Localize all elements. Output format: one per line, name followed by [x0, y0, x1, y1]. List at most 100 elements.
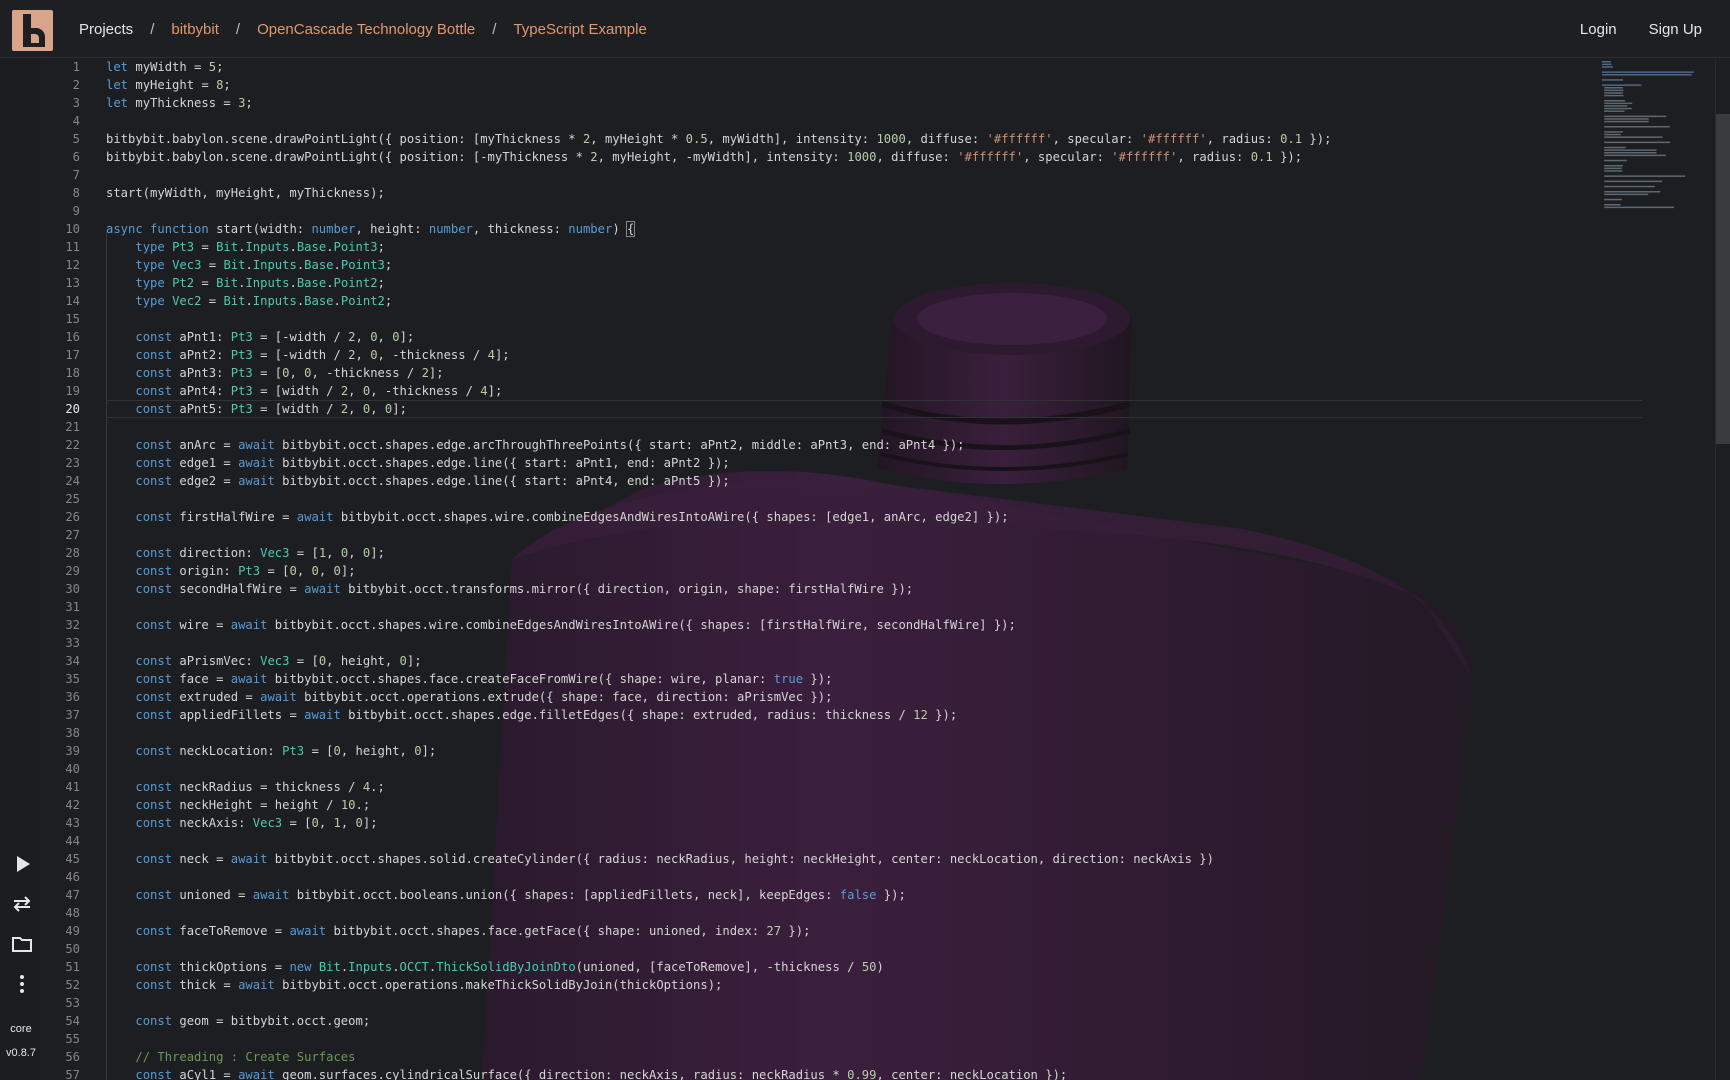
code-text[interactable]: const aPnt5: Pt3 = [width / 2, 0, 0];	[106, 400, 407, 418]
code-line[interactable]: 9	[42, 202, 1602, 220]
code-text[interactable]: type Vec3 = Bit.Inputs.Base.Point3;	[106, 256, 392, 274]
login-link[interactable]: Login	[1580, 21, 1617, 38]
breadcrumb-script[interactable]: TypeScript Example	[513, 21, 646, 38]
play-icon[interactable]	[10, 852, 34, 876]
code-line[interactable]: 25	[42, 490, 1602, 508]
code-line[interactable]: 32 const wire = await bitbybit.occt.shap…	[42, 616, 1602, 634]
minimap[interactable]	[1598, 59, 1713, 1080]
code-text[interactable]: const aPnt2: Pt3 = [-width / 2, 0, -thic…	[106, 346, 509, 364]
code-text[interactable]: let myWidth = 5;	[106, 59, 223, 76]
code-text[interactable]: const unioned = await bitbybit.occt.bool…	[106, 886, 905, 904]
code-line[interactable]: 36 const extruded = await bitbybit.occt.…	[42, 688, 1602, 706]
code-line[interactable]: 19 const aPnt4: Pt3 = [width / 2, 0, -th…	[42, 382, 1602, 400]
code-line[interactable]: 56 // Threading : Create Surfaces	[42, 1048, 1602, 1066]
code-text[interactable]: const thick = await bitbybit.occt.operat…	[106, 976, 722, 994]
code-line[interactable]: 26 const firstHalfWire = await bitbybit.…	[42, 508, 1602, 526]
code-text[interactable]: const neck = await bitbybit.occt.shapes.…	[106, 850, 1214, 868]
code-line[interactable]: 31	[42, 598, 1602, 616]
code-line[interactable]: 15	[42, 310, 1602, 328]
code-line[interactable]: 2 let myHeight = 8;	[42, 76, 1602, 94]
code-line[interactable]: 48	[42, 904, 1602, 922]
code-text[interactable]: bitbybit.babylon.scene.drawPointLight({ …	[106, 148, 1302, 166]
code-line[interactable]: 27	[42, 526, 1602, 544]
code-text[interactable]: const edge1 = await bitbybit.occt.shapes…	[106, 454, 729, 472]
code-line[interactable]: 17 const aPnt2: Pt3 = [-width / 2, 0, -t…	[42, 346, 1602, 364]
code-editor[interactable]: 1 let myWidth = 5; 2 let myHeight = 8; 3 let …	[42, 59, 1730, 1080]
code-text[interactable]: start(myWidth, myHeight, myThickness);	[106, 184, 385, 202]
more-vertical-icon[interactable]	[10, 972, 34, 996]
code-line[interactable]: 22 const anArc = await bitbybit.occt.sha…	[42, 436, 1602, 454]
code-line[interactable]: 10 async function start(width: number, he…	[42, 220, 1602, 238]
code-line[interactable]: 33	[42, 634, 1602, 652]
code-text[interactable]: const origin: Pt3 = [0, 0, 0];	[106, 562, 355, 580]
code-line[interactable]: 45 const neck = await bitbybit.occt.shap…	[42, 850, 1602, 868]
code-line[interactable]: 8 start(myWidth, myHeight, myThickness);	[42, 184, 1602, 202]
code-line[interactable]: 4	[42, 112, 1602, 130]
code-text[interactable]: const edge2 = await bitbybit.occt.shapes…	[106, 472, 729, 490]
code-line[interactable]: 12 type Vec3 = Bit.Inputs.Base.Point3;	[42, 256, 1602, 274]
code-line[interactable]: 38	[42, 724, 1602, 742]
code-text[interactable]: const aPnt4: Pt3 = [width / 2, 0, -thick…	[106, 382, 502, 400]
bitbybit-logo[interactable]	[12, 10, 53, 51]
code-text[interactable]: const geom = bitbybit.occt.geom;	[106, 1012, 370, 1030]
code-area[interactable]: 1 let myWidth = 5; 2 let myHeight = 8; 3 let …	[42, 59, 1642, 1080]
code-text[interactable]: const wire = await bitbybit.occt.shapes.…	[106, 616, 1016, 634]
code-text[interactable]: const aPrismVec: Vec3 = [0, height, 0];	[106, 652, 421, 670]
code-text[interactable]: let myThickness = 3;	[106, 94, 253, 112]
code-line[interactable]: 30 const secondHalfWire = await bitbybit…	[42, 580, 1602, 598]
code-line[interactable]: 28 const direction: Vec3 = [1, 0, 0];	[42, 544, 1602, 562]
code-line[interactable]: 55	[42, 1030, 1602, 1048]
code-line[interactable]: 40	[42, 760, 1602, 778]
code-line[interactable]: 21	[42, 418, 1602, 436]
code-line[interactable]: 23 const edge1 = await bitbybit.occt.sha…	[42, 454, 1602, 472]
code-line[interactable]: 18 const aPnt3: Pt3 = [0, 0, -thickness …	[42, 364, 1602, 382]
code-line[interactable]: 39 const neckLocation: Pt3 = [0, height,…	[42, 742, 1602, 760]
code-line[interactable]: 35 const face = await bitbybit.occt.shap…	[42, 670, 1602, 688]
code-text[interactable]: type Pt3 = Bit.Inputs.Base.Point3;	[106, 238, 385, 256]
code-text[interactable]: bitbybit.babylon.scene.drawPointLight({ …	[106, 130, 1331, 148]
code-text[interactable]: const secondHalfWire = await bitbybit.oc…	[106, 580, 913, 598]
code-text[interactable]: const aPnt1: Pt3 = [-width / 2, 0, 0];	[106, 328, 414, 346]
code-text[interactable]: const neckHeight = height / 10.;	[106, 796, 370, 814]
code-line[interactable]: 34 const aPrismVec: Vec3 = [0, height, 0…	[42, 652, 1602, 670]
code-text[interactable]: type Pt2 = Bit.Inputs.Base.Point2;	[106, 274, 385, 292]
code-line[interactable]: 46	[42, 868, 1602, 886]
code-line[interactable]: 11 type Pt3 = Bit.Inputs.Base.Point3;	[42, 238, 1602, 256]
code-text[interactable]: async function start(width: number, heig…	[106, 220, 636, 238]
scrollbar-thumb[interactable]	[1716, 114, 1730, 444]
signup-link[interactable]: Sign Up	[1649, 21, 1702, 38]
code-line[interactable]: 13 type Pt2 = Bit.Inputs.Base.Point2;	[42, 274, 1602, 292]
code-text[interactable]: type Vec2 = Bit.Inputs.Base.Point2;	[106, 292, 392, 310]
code-text[interactable]: let myHeight = 8;	[106, 76, 231, 94]
code-line[interactable]: 43 const neckAxis: Vec3 = [0, 1, 0];	[42, 814, 1602, 832]
breadcrumb-projects[interactable]: Projects	[79, 21, 133, 38]
breadcrumb-project[interactable]: OpenCascade Technology Bottle	[257, 21, 475, 38]
code-text[interactable]: // Threading : Create Surfaces	[106, 1048, 355, 1066]
code-line[interactable]: 41 const neckRadius = thickness / 4.;	[42, 778, 1602, 796]
code-line[interactable]: 44	[42, 832, 1602, 850]
code-line[interactable]: 20 const aPnt5: Pt3 = [width / 2, 0, 0];	[42, 400, 1602, 418]
code-line[interactable]: 42 const neckHeight = height / 10.;	[42, 796, 1602, 814]
code-line[interactable]: 47 const unioned = await bitbybit.occt.b…	[42, 886, 1602, 904]
code-line[interactable]: 54 const geom = bitbybit.occt.geom;	[42, 1012, 1602, 1030]
code-line[interactable]: 37 const appliedFillets = await bitbybit…	[42, 706, 1602, 724]
code-text[interactable]: const neckAxis: Vec3 = [0, 1, 0];	[106, 814, 377, 832]
code-line[interactable]: 29 const origin: Pt3 = [0, 0, 0];	[42, 562, 1602, 580]
code-text[interactable]: const face = await bitbybit.occt.shapes.…	[106, 670, 832, 688]
code-line[interactable]: 6 bitbybit.babylon.scene.drawPointLight({…	[42, 148, 1602, 166]
folder-icon[interactable]	[10, 932, 34, 956]
code-text[interactable]: const firstHalfWire = await bitbybit.occ…	[106, 508, 1008, 526]
code-text[interactable]: const aCyl1 = await geom.surfaces.cylind…	[106, 1066, 1067, 1080]
code-line[interactable]: 7	[42, 166, 1602, 184]
code-line[interactable]: 16 const aPnt1: Pt3 = [-width / 2, 0, 0]…	[42, 328, 1602, 346]
code-line[interactable]: 49 const faceToRemove = await bitbybit.o…	[42, 922, 1602, 940]
code-text[interactable]: const thickOptions = new Bit.Inputs.OCCT…	[106, 958, 884, 976]
code-line[interactable]: 24 const edge2 = await bitbybit.occt.sha…	[42, 472, 1602, 490]
code-text[interactable]: const aPnt3: Pt3 = [0, 0, -thickness / 2…	[106, 364, 443, 382]
code-line[interactable]: 52 const thick = await bitbybit.occt.ope…	[42, 976, 1602, 994]
code-text[interactable]: const appliedFillets = await bitbybit.oc…	[106, 706, 957, 724]
code-line[interactable]: 53	[42, 994, 1602, 1012]
breadcrumb-bitbybit[interactable]: bitbybit	[171, 21, 219, 38]
code-text[interactable]: const extruded = await bitbybit.occt.ope…	[106, 688, 832, 706]
code-line[interactable]: 3 let myThickness = 3;	[42, 94, 1602, 112]
